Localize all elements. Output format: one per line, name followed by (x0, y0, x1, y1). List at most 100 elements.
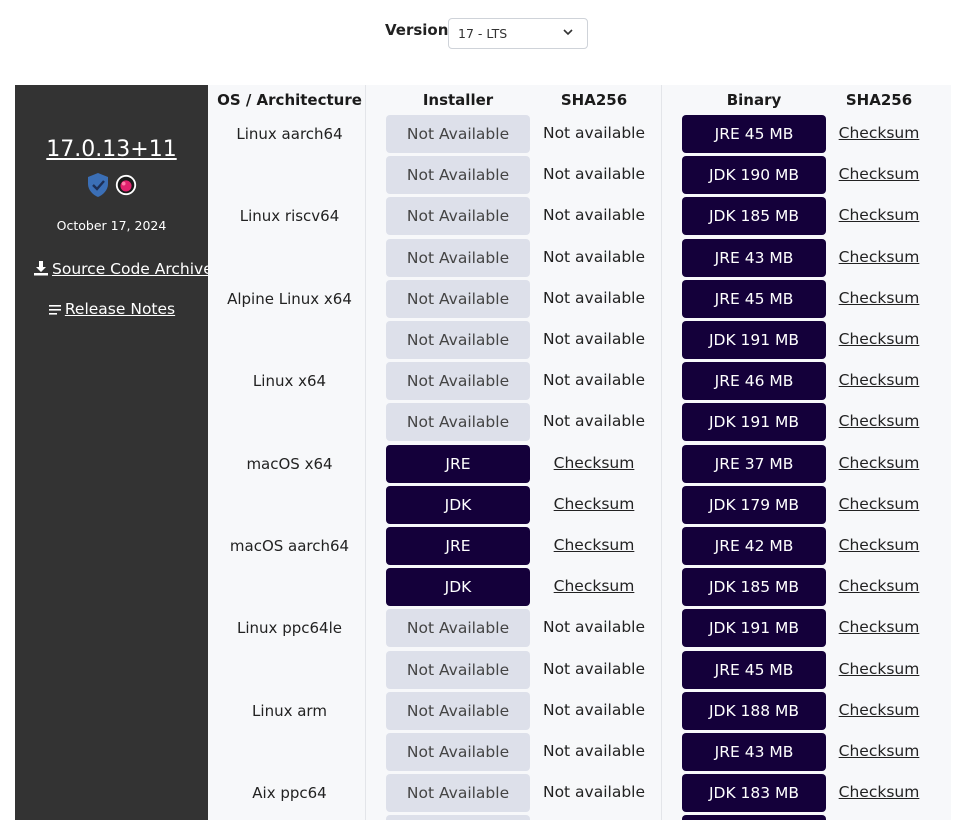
table-row: Not Available Not available JDK 191 MB Chec… (208, 403, 951, 444)
installer-checksum-link[interactable]: Checksum (554, 577, 635, 595)
installer-sha-status: Not available (542, 742, 646, 760)
binary-checksum-link[interactable]: Checksum (839, 206, 920, 224)
binary-checksum-link[interactable]: Checksum (839, 618, 920, 636)
installer-download-button[interactable]: JDK (386, 485, 530, 524)
shield-check-icon (87, 173, 108, 197)
binary-download-button[interactable]: JDK 185 MB (682, 197, 826, 236)
header-installer-sha: SHA256 (560, 91, 628, 109)
binary-download-button[interactable]: JDK 179 MB (682, 485, 826, 524)
binary-checksum-link[interactable]: Checksum (839, 371, 920, 389)
download-icon (34, 261, 48, 276)
binary-checksum-link[interactable]: Checksum (839, 783, 920, 801)
installer-not-available-button[interactable]: Not Available (386, 197, 530, 236)
version-label: Version (385, 21, 449, 39)
binary-checksum-link[interactable]: Checksum (839, 124, 920, 142)
binary-checksum-link[interactable]: Checksum (839, 412, 920, 430)
installer-not-available-button[interactable]: Not Available (386, 403, 530, 442)
installer-sha-cell: Not available (534, 289, 654, 307)
installer-checksum-link[interactable]: Checksum (554, 495, 635, 513)
binary-checksum-link[interactable]: Checksum (839, 742, 920, 760)
installer-checksum-link[interactable]: Checksum (554, 454, 635, 472)
binary-download-button[interactable]: JRE 42 MB (682, 527, 826, 565)
table-row: JDK Checksum JDK 185 MB Checksum (208, 568, 951, 609)
installer-not-available-button[interactable]: Not Available (386, 321, 530, 359)
binary-checksum-link[interactable]: Checksum (839, 165, 920, 183)
table-row (208, 815, 951, 820)
version-select[interactable]: 17 - LTS (448, 18, 588, 49)
binary-download-button[interactable]: JRE 46 MB (682, 362, 826, 401)
binary-checksum-link[interactable]: Checksum (839, 454, 920, 472)
installer-sha-cell: Not available (534, 165, 654, 183)
binary-download-button[interactable]: JRE 37 MB (682, 444, 826, 483)
installer-not-available-button[interactable]: Not Available (386, 609, 530, 648)
os-architecture-label: Linux ppc64le (237, 619, 342, 638)
installer-sha-status: Not available (542, 659, 646, 678)
binary-checksum-link[interactable]: Checksum (839, 289, 920, 307)
installer-not-available-button[interactable]: Not Available (386, 238, 530, 277)
binary-checksum-link[interactable]: Checksum (839, 248, 920, 266)
binary-download-button[interactable]: JDK 191 MB (682, 403, 826, 442)
version-select-value: 17 - LTS (458, 26, 508, 41)
installer-not-available-button[interactable]: Not Available (386, 691, 530, 730)
binary-checksum-link[interactable]: Checksum (839, 330, 920, 348)
source-code-archive-link[interactable]: Source Code Archive (15, 260, 213, 278)
installer-sha-cell: Checksum (534, 536, 654, 554)
header-binary-sha: SHA256 (845, 91, 913, 109)
binary-download-button[interactable]: JRE 45 MB (682, 279, 826, 318)
binary-download-button[interactable]: JRE 45 MB (682, 650, 826, 689)
table-row: Not Available Not available JRE 45 MB Check… (208, 650, 951, 692)
os-architecture-label: macOS x64 (246, 454, 333, 473)
installer-sha-status: Not available (542, 288, 646, 307)
installer-sha-cell: Not available (534, 371, 654, 389)
binary-sha-cell: Checksum (819, 701, 939, 719)
binary-checksum-link[interactable]: Checksum (839, 577, 920, 595)
installer-download-button[interactable]: JDK (386, 568, 530, 607)
release-version-link[interactable]: 17.0.13+11 (15, 137, 208, 162)
installer-not-available-button[interactable]: Not Available (386, 733, 530, 771)
installer-not-available-button[interactable]: Not Available (386, 156, 530, 195)
binary-download-button[interactable] (682, 815, 826, 820)
binary-download-button[interactable]: JDK 190 MB (682, 156, 826, 195)
binary-sha-cell: Checksum (819, 248, 939, 266)
table-row: Not Available Not available JDK 190 MB Chec… (208, 156, 951, 197)
os-architecture-label: Linux riscv64 (239, 207, 340, 226)
table-row: JDK Checksum JDK 179 MB Checksum (208, 485, 951, 527)
installer-sha-status: Not available (542, 412, 646, 431)
binary-checksum-link[interactable]: Checksum (839, 660, 920, 678)
binary-sha-cell: Checksum (819, 495, 939, 513)
installer-not-available-button[interactable] (386, 815, 530, 820)
installer-download-button[interactable]: JRE (386, 527, 530, 565)
binary-sha-cell: Checksum (819, 618, 939, 636)
binary-checksum-link[interactable]: Checksum (839, 495, 920, 513)
binary-checksum-link[interactable]: Checksum (839, 701, 920, 719)
installer-sha-cell: Not available (534, 330, 654, 348)
installer-sha-cell: Not available (534, 618, 654, 636)
table-row: Alpine Linux x64 Not Available Not availab… (208, 279, 951, 321)
binary-download-button[interactable]: JDK 188 MB (682, 691, 826, 730)
installer-sha-cell: Not available (534, 742, 654, 760)
binary-download-button[interactable]: JDK 183 MB (682, 774, 826, 813)
installer-sha-cell: Checksum (534, 454, 654, 472)
binary-sha-cell: Checksum (819, 289, 939, 307)
installer-not-available-button[interactable]: Not Available (386, 115, 530, 153)
installer-sha-status: Not available (542, 206, 646, 225)
installer-not-available-button[interactable]: Not Available (386, 279, 530, 318)
installer-not-available-button[interactable]: Not Available (386, 362, 530, 401)
installer-not-available-button[interactable]: Not Available (386, 650, 530, 689)
installer-sha-cell: Not available (534, 124, 654, 142)
installer-download-button[interactable]: JRE (386, 444, 530, 483)
binary-checksum-link[interactable]: Checksum (839, 536, 920, 554)
binary-download-button[interactable]: JRE 43 MB (682, 238, 826, 277)
installer-sha-cell: Not available (534, 248, 654, 266)
binary-download-button[interactable]: JRE 43 MB (682, 733, 826, 771)
binary-download-button[interactable]: JDK 191 MB (682, 609, 826, 648)
downloads-table: OS / Architecture Installer SHA256 Binar… (208, 85, 951, 820)
table-row: macOS x64 JRE Checksum JRE 37 MB Checksum (208, 444, 951, 486)
installer-not-available-button[interactable]: Not Available (386, 774, 530, 813)
binary-download-button[interactable]: JRE 45 MB (682, 115, 826, 153)
binary-download-button[interactable]: JDK 191 MB (682, 321, 826, 359)
release-notes-link[interactable]: Release Notes (15, 300, 208, 318)
binary-download-button[interactable]: JDK 185 MB (682, 568, 826, 607)
installer-checksum-link[interactable]: Checksum (554, 536, 635, 554)
table-row: Linux arm Not Available Not available JDK 1… (208, 691, 951, 733)
